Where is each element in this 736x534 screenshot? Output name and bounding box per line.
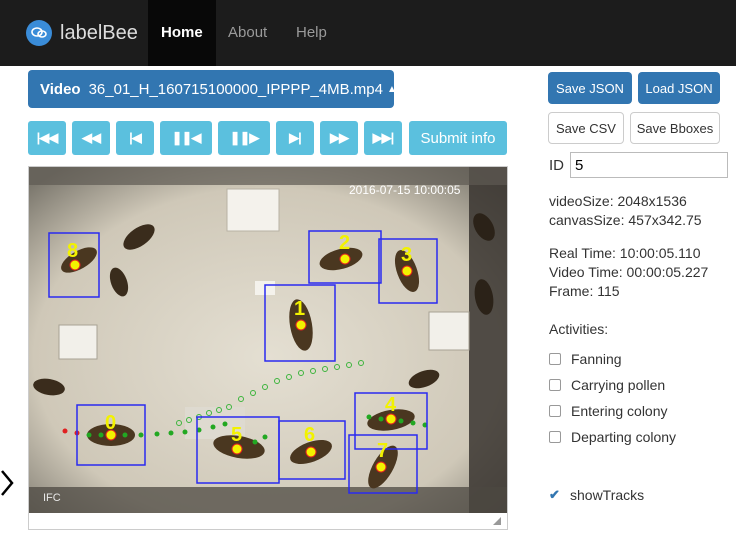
bee-id-label: 6 <box>304 424 315 446</box>
navbar: labelBee Home About Help <box>0 0 736 66</box>
nav-about[interactable]: About <box>215 0 280 66</box>
activity-label: Departing colony <box>571 429 677 445</box>
video-corner-text: IFC <box>43 492 61 504</box>
video-select[interactable]: 36_01_H_160715100000_IPPPP_4MB.mp4 ▲︎ <box>89 81 397 98</box>
fast-forward-button[interactable]: ▶▶ <box>320 121 358 155</box>
id-label: ID <box>549 156 564 174</box>
step-back-button[interactable]: |◀ <box>116 121 154 155</box>
frame-number: Frame: 115 <box>549 283 620 299</box>
brand[interactable]: labelBee <box>26 18 138 48</box>
id-input[interactable] <box>570 152 728 178</box>
save-bboxes-button[interactable]: Save Bboxes <box>630 112 720 144</box>
activities-title: Activities: <box>549 321 609 337</box>
skip-to-start-button[interactable]: |◀◀ <box>28 121 66 155</box>
skip-to-end-icon: ▶▶| <box>372 130 395 145</box>
bee-id-label: 2 <box>339 232 350 254</box>
fast-forward-icon: ▶▶ <box>330 130 349 145</box>
brand-name: labelBee <box>60 21 138 44</box>
bee-id-label: 3 <box>401 244 412 266</box>
submit-info-button[interactable]: Submit info <box>409 121 507 155</box>
nav-help[interactable]: Help <box>283 0 340 66</box>
show-tracks-toggle[interactable]: ✔ showTracks <box>549 487 644 503</box>
video-time: Video Time: 00:00:05.227 <box>549 264 709 280</box>
video-label: Video <box>40 80 81 98</box>
video-filename: 36_01_H_160715100000_IPPPP_4MB.mp4 <box>88 80 383 98</box>
video-selector-bar: Video 36_01_H_160715100000_IPPPP_4MB.mp4… <box>28 70 397 108</box>
skip-to-end-button[interactable]: ▶▶| <box>364 121 402 155</box>
bee-logo-icon <box>26 20 52 46</box>
bee-id-label: 5 <box>231 424 242 446</box>
video-canvas-container: 0 1 2 3 4 5 6 7 8 2016-07-15 10:00:05 IF… <box>28 166 508 530</box>
checkbox[interactable] <box>549 353 561 365</box>
bee-id-label: 1 <box>294 298 305 320</box>
select-arrows-icon: ▲︎ <box>386 83 397 95</box>
bee-id-label: 0 <box>105 412 116 434</box>
bee-id-label: 8 <box>67 240 78 262</box>
play-backward-button[interactable]: ❚❚◀ <box>160 121 212 155</box>
save-json-button[interactable]: Save JSON <box>548 72 632 104</box>
activity-carrying-pollen[interactable]: Carrying pollen <box>549 377 665 393</box>
bee-id-label: 4 <box>385 394 397 416</box>
step-forward-icon: ▶| <box>289 130 302 145</box>
activity-fanning[interactable]: Fanning <box>549 351 622 367</box>
nav-home[interactable]: Home <box>148 0 216 66</box>
activity-entering-colony[interactable]: Entering colony <box>549 403 668 419</box>
cursor-icon <box>1 470 14 496</box>
time-info: Real Time: 10:00:05.110 Video Time: 00:0… <box>549 244 708 301</box>
activity-label: Entering colony <box>571 403 668 419</box>
id-row: ID <box>549 152 728 178</box>
pause-forward-icon: ❚❚▶ <box>229 130 260 145</box>
activity-label: Carrying pollen <box>571 377 666 393</box>
play-forward-button[interactable]: ❚❚▶ <box>218 121 270 155</box>
load-json-button[interactable]: Load JSON <box>638 72 720 104</box>
skip-to-start-icon: |◀◀ <box>36 130 59 145</box>
activity-label: Fanning <box>571 351 622 367</box>
checkmark-icon[interactable]: ✔ <box>549 487 560 502</box>
show-tracks-label: showTracks <box>570 487 645 503</box>
canvas-size: canvasSize: 457x342.75 <box>549 212 702 228</box>
real-time: Real Time: 10:00:05.110 <box>549 245 701 261</box>
rewind-button[interactable]: ◀◀ <box>72 121 110 155</box>
video-timestamp: 2016-07-15 10:00:05 <box>349 183 461 197</box>
checkbox[interactable] <box>549 379 561 391</box>
video-size: videoSize: 2048x1536 <box>549 193 687 209</box>
step-back-icon: |◀ <box>129 130 142 145</box>
checkbox[interactable] <box>549 405 561 417</box>
resize-handle-icon[interactable] <box>493 517 501 525</box>
bee-id-label: 7 <box>377 440 388 462</box>
rewind-icon: ◀◀ <box>82 130 101 145</box>
activity-departing-colony[interactable]: Departing colony <box>549 429 676 445</box>
save-csv-button[interactable]: Save CSV <box>548 112 624 144</box>
pause-backward-icon: ❚❚◀ <box>171 130 202 145</box>
checkbox[interactable] <box>549 431 561 443</box>
size-info: videoSize: 2048x1536 canvasSize: 457x342… <box>549 192 702 230</box>
step-forward-button[interactable]: ▶| <box>276 121 314 155</box>
video-canvas[interactable]: 0 1 2 3 4 5 6 7 8 2016-07-15 10:00:05 IF… <box>29 167 507 513</box>
